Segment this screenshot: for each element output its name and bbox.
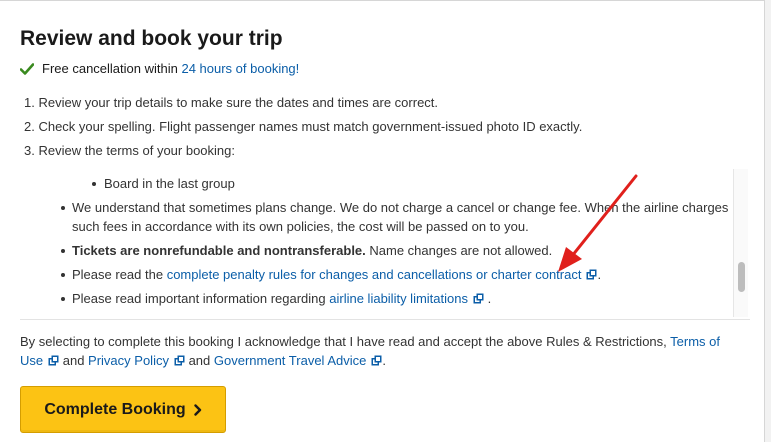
free-cancellation-notice: Free cancellation within 24 hours of boo… xyxy=(20,61,299,76)
complete-booking-button[interactable]: Complete Booking xyxy=(20,386,226,433)
terms-bullet-nonrefundable: Tickets are nonrefundable and nontransfe… xyxy=(20,241,732,260)
terms-bullet-penalty-rules: Please read the complete penalty rules f… xyxy=(20,265,732,284)
external-link-icon[interactable] xyxy=(371,355,382,366)
external-link-icon[interactable] xyxy=(174,355,185,366)
terms-bullet-change-policy: We understand that sometimes plans chang… xyxy=(20,198,732,236)
free-cancellation-text: Free cancellation within 24 hours of boo… xyxy=(42,61,299,76)
nonrefundable-bold-text: Tickets are nonrefundable and nontransfe… xyxy=(72,243,366,258)
liability-suffix: . xyxy=(483,291,492,306)
free-cancellation-link[interactable]: 24 hours of booking! xyxy=(181,61,299,76)
government-travel-advice-link[interactable]: Government Travel Advice xyxy=(214,353,366,368)
liability-prefix: Please read important information regard… xyxy=(72,291,330,306)
acknowledgement-and: and xyxy=(59,353,89,368)
terms-scrollbar[interactable] xyxy=(733,169,748,317)
review-step: 2. Check your spelling. Flight passenger… xyxy=(24,119,583,134)
terms-bullet-liability: Please read important information regard… xyxy=(20,289,732,308)
privacy-policy-link[interactable]: Privacy Policy xyxy=(88,353,169,368)
nonrefundable-text: Name changes are not allowed. xyxy=(365,243,553,258)
section-divider xyxy=(20,319,750,320)
acknowledgement-body: By selecting to complete this booking I … xyxy=(20,334,671,349)
booking-review-card: Review and book your trip Free cancellat… xyxy=(0,0,765,442)
review-steps-list: 1. Review your trip details to make sure… xyxy=(24,94,582,166)
review-step: 1. Review your trip details to make sure… xyxy=(24,95,439,110)
penalty-prefix: Please read the xyxy=(72,267,167,282)
booking-terms-scroll-area[interactable]: Board in the last group We understand th… xyxy=(20,167,750,319)
external-link-icon[interactable] xyxy=(48,355,59,366)
check-icon xyxy=(20,62,34,75)
acknowledgement-and: and xyxy=(184,353,214,368)
liability-limitations-link[interactable]: airline liability limitations xyxy=(329,291,468,306)
clipped-previous-line xyxy=(20,167,732,169)
acknowledgement-end: . xyxy=(382,353,386,368)
complete-booking-label: Complete Booking xyxy=(44,400,186,418)
chevron-right-icon xyxy=(193,403,201,416)
penalty-suffix: . xyxy=(597,267,602,282)
penalty-rules-link[interactable]: complete penalty rules for changes and c… xyxy=(167,267,582,282)
external-link-icon[interactable] xyxy=(586,269,597,280)
terms-scrollbar-thumb[interactable] xyxy=(738,262,745,292)
free-cancellation-prefix: Free cancellation within xyxy=(42,61,182,76)
acknowledgement-text: By selecting to complete this booking I … xyxy=(20,332,740,370)
booking-terms-content: Board in the last group We understand th… xyxy=(20,167,732,313)
external-link-icon[interactable] xyxy=(473,293,484,304)
terms-sub-bullet: Board in the last group xyxy=(20,174,732,193)
review-step: 3. Review the terms of your booking: xyxy=(24,143,235,158)
page-title: Review and book your trip xyxy=(20,27,283,50)
